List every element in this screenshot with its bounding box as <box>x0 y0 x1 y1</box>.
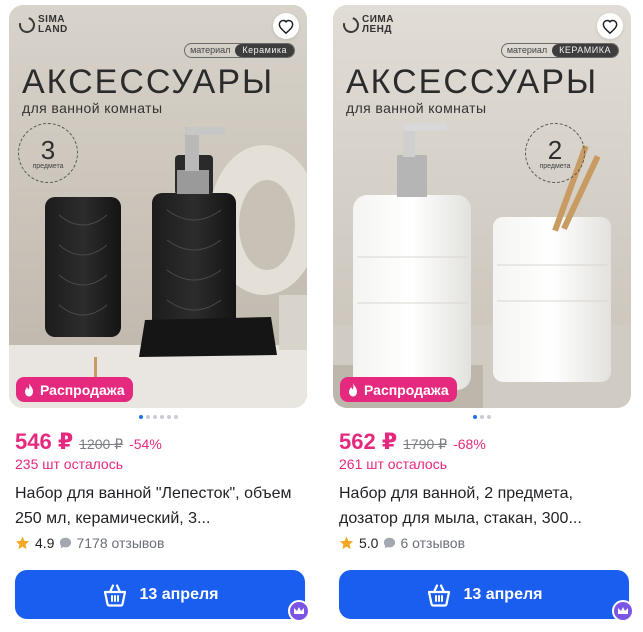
pagination-dot[interactable] <box>159 415 164 419</box>
brand-logo: СИМА ЛЕНД <box>340 14 394 36</box>
brand-mark-icon <box>340 14 362 36</box>
item-count-stamp: 2 предмета <box>525 123 585 183</box>
star-icon <box>15 536 30 550</box>
item-count-word: предмета <box>32 162 64 170</box>
stock-remaining: 261 шт осталось <box>339 456 448 472</box>
product-image[interactable]: СИМА ЛЕНД материал КЕРАМИКА АКСЕССУАРЫ д… <box>333 5 631 408</box>
brand-name: SIMA LAND <box>38 14 68 35</box>
reviews-count: 7178 отзывов <box>76 535 165 551</box>
pagination-dot[interactable] <box>173 415 178 419</box>
reviews: 6 отзывов <box>383 535 465 551</box>
image-headline: АКСЕССУАРЫ <box>346 63 599 101</box>
sale-badge: Распродажа <box>16 377 133 402</box>
material-value: Керамика <box>235 44 294 57</box>
crown-icon <box>618 607 628 614</box>
heart-icon <box>602 19 618 34</box>
material-badge: материал Керамика <box>184 43 295 58</box>
rating-row[interactable]: 5.0 6 отзывов <box>339 535 465 551</box>
favorite-button[interactable] <box>273 13 299 39</box>
comment-icon <box>384 537 396 549</box>
comment-icon <box>60 537 72 549</box>
sale-label: Распродажа <box>364 381 449 398</box>
heart-icon <box>278 19 294 34</box>
pagination-dot[interactable] <box>480 415 484 419</box>
material-value: КЕРАМИКА <box>552 44 618 57</box>
crown-icon <box>294 607 304 614</box>
pagination-dot[interactable] <box>152 415 157 419</box>
image-headline: АКСЕССУАРЫ <box>22 63 275 101</box>
item-count-number: 3 <box>40 134 56 165</box>
sale-badge: Распродажа <box>340 377 457 402</box>
item-count-number: 2 <box>547 134 563 165</box>
material-label: материал <box>190 45 231 55</box>
product-card[interactable]: СИМА ЛЕНД материал КЕРАМИКА АКСЕССУАРЫ д… <box>333 5 634 630</box>
material-badge: материал КЕРАМИКА <box>500 43 619 58</box>
rating-value: 4.9 <box>35 535 55 551</box>
delivery-date: 13 апреля <box>139 585 219 603</box>
reviews: 7178 отзывов <box>59 535 164 551</box>
product-title[interactable]: Набор для ванной "Лепесток", объем 250 м… <box>15 481 305 531</box>
sale-label: Распродажа <box>40 381 125 398</box>
premium-badge <box>288 600 310 622</box>
product-image[interactable]: SIMA LAND материал Керамика АКСЕССУАРЫ д… <box>9 5 307 408</box>
discount-percent: -54% <box>129 436 162 452</box>
brand-name: СИМА ЛЕНД <box>362 14 394 35</box>
current-price: 562 ₽ <box>339 429 398 454</box>
star-icon <box>339 536 354 550</box>
image-pagination[interactable] <box>333 415 631 419</box>
pagination-dot[interactable] <box>138 415 143 419</box>
pagination-dot[interactable] <box>166 415 171 419</box>
delivery-date: 13 апреля <box>463 585 543 603</box>
pagination-dot[interactable] <box>487 415 491 419</box>
add-to-cart-button[interactable]: 13 апреля <box>15 570 305 619</box>
pagination-dot[interactable] <box>473 415 477 419</box>
item-count-word: предмета <box>539 162 571 170</box>
favorite-button[interactable] <box>597 13 623 39</box>
basket-icon <box>103 583 126 607</box>
product-grid: SIMA LAND материал Керамика АКСЕССУАРЫ д… <box>0 0 643 632</box>
brand-mark-icon <box>16 14 38 36</box>
discount-percent: -68% <box>453 436 486 452</box>
image-subheadline: для ванной комнаты <box>346 100 487 116</box>
brand-logo: SIMA LAND <box>16 14 68 36</box>
material-label: материал <box>506 45 548 55</box>
reviews-count: 6 отзывов <box>400 535 466 551</box>
price-row: 562 ₽ 1790 ₽ -68% <box>339 429 486 455</box>
old-price: 1790 ₽ <box>403 436 448 452</box>
stock-remaining: 235 шт осталось <box>15 456 124 472</box>
image-pagination[interactable] <box>9 415 307 419</box>
add-to-cart-button[interactable]: 13 апреля <box>339 570 629 619</box>
pagination-dot[interactable] <box>145 415 150 419</box>
fire-icon <box>349 382 357 396</box>
product-card[interactable]: SIMA LAND материал Керамика АКСЕССУАРЫ д… <box>9 5 310 630</box>
basket-icon <box>427 583 450 607</box>
rating-value: 5.0 <box>359 535 379 551</box>
item-count-stamp: 3 предмета <box>18 123 78 183</box>
price-row: 546 ₽ 1200 ₽ -54% <box>15 429 162 455</box>
product-title[interactable]: Набор для ванной, 2 предмета, дозатор дл… <box>339 481 629 531</box>
current-price: 546 ₽ <box>15 429 74 454</box>
rating-row[interactable]: 4.9 7178 отзывов <box>15 535 164 551</box>
premium-badge <box>612 600 634 622</box>
old-price: 1200 ₽ <box>79 436 124 452</box>
image-subheadline: для ванной комнаты <box>22 100 163 116</box>
fire-icon <box>25 382 33 396</box>
